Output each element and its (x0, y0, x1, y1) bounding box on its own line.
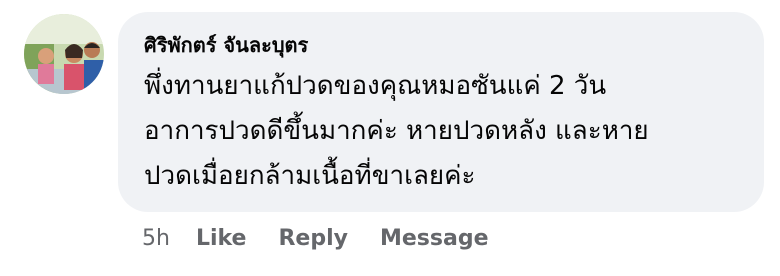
comment-bubble: ศิริพักตร์ จันละบุตร พึ่งทานยาแก้ปวดของค… (118, 12, 764, 212)
comment-text-line: อาการปวดดีขึ้นมากค่ะ หายปวดหลัง และหาย (144, 116, 649, 146)
comment-text: พึ่งทานยาแก้ปวดของคุณหมอซันแค่ 2 วัน อาก… (144, 64, 740, 199)
avatar-photo (24, 14, 104, 94)
like-button[interactable]: Like (196, 226, 247, 251)
comment-text-line: ปวดเมื่อยกล้ามเนื้อที่ขาเลยค่ะ (144, 161, 476, 191)
reply-button[interactable]: Reply (278, 226, 348, 251)
message-button[interactable]: Message (380, 226, 489, 251)
comment-actions: 5h Like Reply Message (142, 222, 521, 254)
avatar[interactable] (24, 14, 104, 94)
comment: ศิริพักตร์ จันละบุตร พึ่งทานยาแก้ปวดของค… (0, 0, 780, 276)
comment-timestamp[interactable]: 5h (142, 226, 170, 251)
comment-text-line: พึ่งทานยาแก้ปวดของคุณหมอซันแค่ 2 วัน (144, 71, 607, 101)
comment-author-name[interactable]: ศิริพักตร์ จันละบุตร (144, 32, 740, 58)
